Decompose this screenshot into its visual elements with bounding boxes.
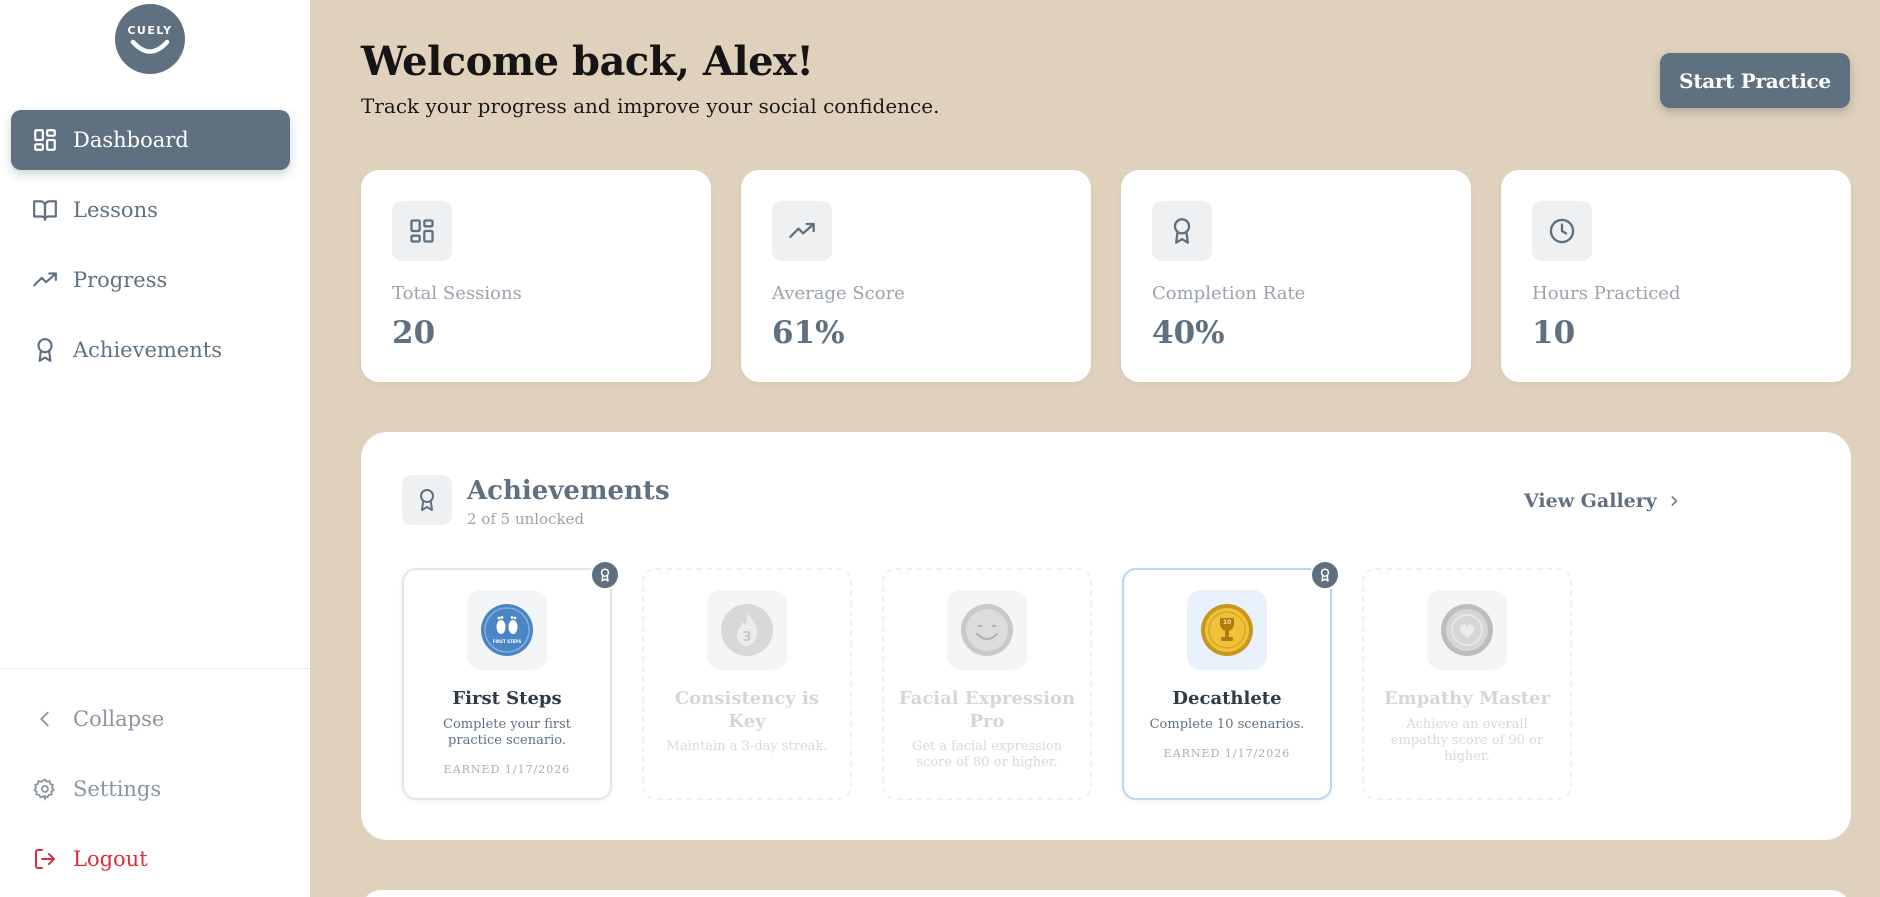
settings-button[interactable]: Settings xyxy=(11,759,290,819)
stat-value: 61% xyxy=(772,315,845,351)
achievement-card-consistency-is-key[interactable]: 3 Consistency is Key Maintain a 3-day st… xyxy=(642,568,852,800)
stat-card-hours-practiced: Hours Practiced 10 xyxy=(1501,170,1851,382)
achievement-description: Maintain a 3-day streak. xyxy=(666,739,828,754)
page-title: Welcome back, Alex! xyxy=(361,38,814,85)
flame-badge-icon: 3 xyxy=(707,590,787,670)
award-ribbon-icon xyxy=(402,475,452,525)
logout-icon xyxy=(31,845,59,873)
first-steps-badge-icon: FIRST STEPS xyxy=(467,590,547,670)
chevron-left-icon xyxy=(31,705,59,733)
chevron-right-icon xyxy=(1671,496,1678,506)
achievement-name: First Steps xyxy=(452,688,562,709)
achievement-card-first-steps[interactable]: FIRST STEPS First Steps Complete your fi… xyxy=(402,560,620,800)
sidebar-item-dashboard[interactable]: Dashboard xyxy=(11,110,290,170)
first-steps-badge-text: FIRST STEPS xyxy=(493,639,522,644)
view-gallery-link[interactable]: View Gallery xyxy=(1524,490,1681,512)
achievement-name: Facial Expression Pro xyxy=(898,688,1076,732)
collapse-button[interactable]: Collapse xyxy=(11,689,290,749)
smiley-face-badge-icon xyxy=(947,590,1027,670)
achievement-name: Decathlete xyxy=(1172,688,1282,709)
trophy-badge-icon: 10 xyxy=(1187,590,1267,670)
smile-icon xyxy=(130,39,170,54)
achievement-name: Consistency is Key xyxy=(674,688,820,732)
collapse-label: Collapse xyxy=(73,707,165,731)
stat-card-total-sessions: Total Sessions 20 xyxy=(361,170,711,382)
stat-card-average-score: Average Score 61% xyxy=(741,170,1091,382)
achievement-card-decathlete[interactable]: 10 Decathlete Complete 10 scenarios. EAR… xyxy=(1122,560,1340,800)
page-subtitle: Track your progress and improve your soc… xyxy=(361,94,940,118)
sidebar-divider xyxy=(0,668,310,669)
sidebar-item-label: Progress xyxy=(73,268,168,292)
sidebar-item-lessons[interactable]: Lessons xyxy=(11,180,290,240)
stat-label: Completion Rate xyxy=(1152,283,1306,304)
achievements-title: Achievements xyxy=(467,476,670,506)
sidebar-item-label: Dashboard xyxy=(73,128,189,152)
achievement-earned-date: EARNED 1/17/2026 xyxy=(443,763,571,776)
heart-badge-icon xyxy=(1427,590,1507,670)
achievement-card-empathy-master[interactable]: Empathy Master Achieve an overall empath… xyxy=(1362,568,1572,800)
book-open-icon xyxy=(31,196,59,224)
dashboard-grid-icon xyxy=(31,126,59,154)
achievement-card-facial-expression-pro[interactable]: Facial Expression Pro Get a facial expre… xyxy=(882,568,1092,800)
stat-card-completion-rate: Completion Rate 40% xyxy=(1121,170,1471,382)
stat-label: Average Score xyxy=(772,283,905,304)
award-ribbon-icon xyxy=(1152,201,1212,261)
sidebar-item-label: Lessons xyxy=(73,198,158,222)
cuely-logo[interactable]: CUELY xyxy=(115,4,185,74)
gear-icon xyxy=(31,775,59,803)
sidebar: CUELY Dashboard Lessons Progress Achieve… xyxy=(0,0,310,897)
sidebar-item-achievements[interactable]: Achievements xyxy=(11,320,290,380)
dashboard-grid-icon xyxy=(392,201,452,261)
earned-ribbon-icon xyxy=(590,560,620,590)
svg-text:3: 3 xyxy=(742,630,751,645)
logout-button[interactable]: Logout xyxy=(11,829,290,889)
stat-value: 10 xyxy=(1532,315,1576,351)
achievement-description: Complete 10 scenarios. xyxy=(1149,716,1305,732)
start-practice-button[interactable]: Start Practice xyxy=(1660,53,1850,108)
achievement-earned-date: EARNED 1/17/2026 xyxy=(1163,746,1291,760)
stat-label: Total Sessions xyxy=(392,283,522,304)
achievements-panel: Achievements 2 of 5 unlocked View Galler… xyxy=(361,432,1851,840)
main-content: Welcome back, Alex! Track your progress … xyxy=(310,0,1880,897)
trending-up-icon xyxy=(772,201,832,261)
award-ribbon-icon xyxy=(31,336,59,364)
sidebar-item-label: Achievements xyxy=(73,338,222,362)
settings-label: Settings xyxy=(73,777,162,801)
stat-value: 40% xyxy=(1152,315,1225,351)
trending-up-icon xyxy=(31,266,59,294)
clock-icon xyxy=(1532,201,1592,261)
logout-label: Logout xyxy=(73,847,148,871)
achievement-description: Complete your first practice scenario. xyxy=(443,716,571,748)
sidebar-item-progress[interactable]: Progress xyxy=(11,250,290,310)
achievement-description: Achieve an overall empathy score of 90 o… xyxy=(1390,716,1544,765)
next-section-panel xyxy=(361,890,1851,897)
achievements-count: 2 of 5 unlocked xyxy=(467,510,585,528)
view-gallery-label: View Gallery xyxy=(1524,490,1657,512)
decathlete-badge-text: 10 xyxy=(1223,619,1231,626)
earned-ribbon-icon xyxy=(1310,560,1340,590)
stat-label: Hours Practiced xyxy=(1532,283,1681,304)
logo-text: CUELY xyxy=(127,24,173,37)
achievement-description: Get a facial expression score of 80 or h… xyxy=(911,739,1063,771)
stat-value: 20 xyxy=(392,315,436,351)
achievement-name: Empathy Master xyxy=(1383,688,1551,709)
